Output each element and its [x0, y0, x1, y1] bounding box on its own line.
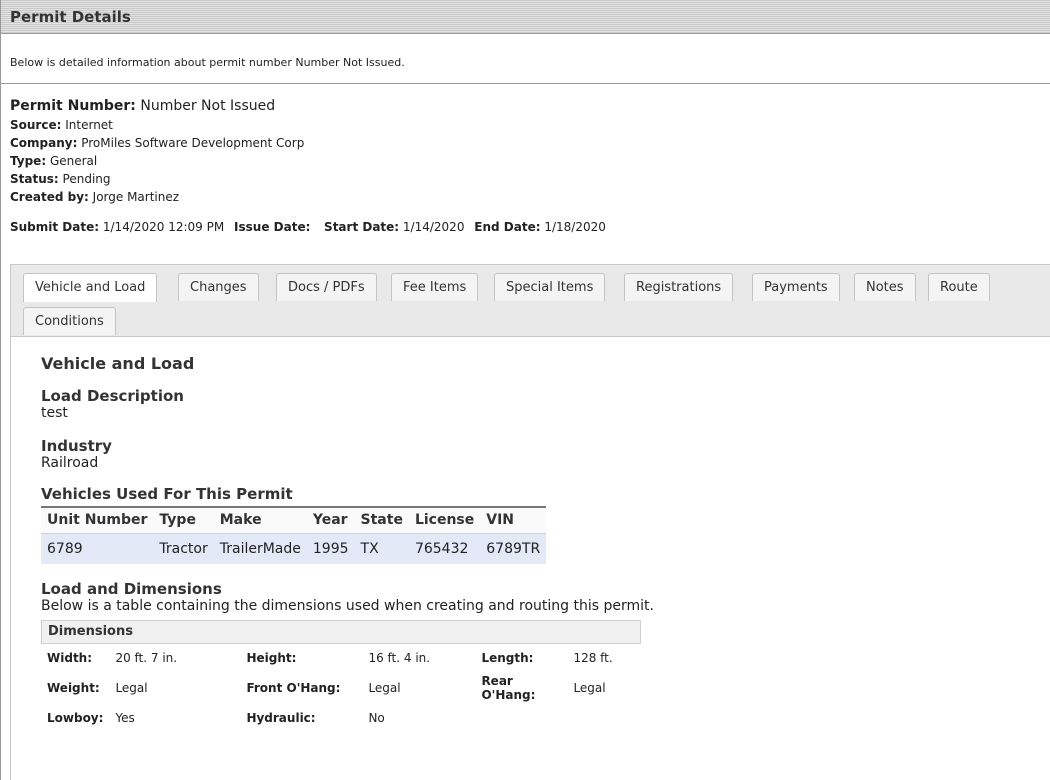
- industry-value: Railroad: [41, 455, 99, 471]
- status-label: Status:: [10, 172, 59, 186]
- permit-tabs: Vehicle and Load Changes Docs / PDFs Fee…: [10, 264, 1050, 780]
- table-row[interactable]: 6789 Tractor TrailerMade 1995 TX 765432 …: [41, 533, 547, 564]
- status-line: Status: Pending: [10, 170, 1050, 188]
- tab-docs-pdfs[interactable]: Docs / PDFs: [276, 273, 377, 301]
- type-line: Type: General: [10, 152, 1050, 170]
- tab-vehicle-and-load[interactable]: Vehicle and Load: [23, 273, 158, 302]
- source-value: Internet: [65, 118, 113, 132]
- industry-heading: Industry: [41, 437, 112, 455]
- tab-registrations[interactable]: Registrations: [624, 273, 734, 301]
- column-header: State: [354, 506, 409, 534]
- dim-value: 20 ft. 7 in.: [115, 651, 178, 665]
- source-line: Source: Internet: [10, 116, 1050, 134]
- dimensions-header: Dimensions: [41, 620, 641, 644]
- dimensions-box: Dimensions Width: 20 ft. 7 in. Height: 1…: [41, 620, 641, 731]
- dim-value: Legal: [368, 681, 401, 695]
- permit-number-value: Number Not Issued: [140, 98, 276, 114]
- company-line: Company: ProMiles Software Development C…: [10, 134, 1050, 152]
- dimensions-row: Width: 20 ft. 7 in. Height: 16 ft. 4 in.…: [41, 646, 619, 671]
- title-bar: Permit Details: [1, 0, 1050, 34]
- dimensions-description: Below is a table containing the dimensio…: [41, 598, 654, 614]
- load-description-value: test: [41, 405, 68, 421]
- company-value: ProMiles Software Development Corp: [81, 136, 305, 150]
- dates-line: Submit Date: 1/14/2020 12:09 PM Issue Da…: [10, 220, 1050, 234]
- intro-text: Below is detailed information about perm…: [10, 56, 405, 69]
- vehicle-and-load-panel: Vehicle and Load Load Description test I…: [11, 354, 1050, 731]
- permit-details-page: Permit Details Below is detailed informa…: [0, 0, 1050, 780]
- dim-value: Yes: [115, 711, 135, 725]
- start-date-value: 1/14/2020: [402, 220, 465, 234]
- permit-number-label: Permit Number:: [10, 98, 136, 114]
- dim-value: 16 ft. 4 in.: [368, 651, 431, 665]
- dim-label: Rear O'Hang:: [481, 674, 536, 702]
- type-label: Type:: [10, 154, 47, 168]
- intro-bar: Below is detailed information about perm…: [1, 34, 1050, 84]
- dimensions-table: Width: 20 ft. 7 in. Height: 16 ft. 4 in.…: [41, 646, 619, 731]
- dimensions-heading: Load and Dimensions: [41, 580, 222, 598]
- tab-payments[interactable]: Payments: [752, 273, 840, 301]
- company-label: Company:: [10, 136, 78, 150]
- vehicles-table: Unit Number Type Make Year State License…: [41, 506, 547, 564]
- vehicles-heading: Vehicles Used For This Permit: [41, 485, 293, 503]
- table-cell: 6789TR: [480, 533, 547, 564]
- dim-label: Hydraulic:: [246, 711, 316, 725]
- dim-label: Weight:: [47, 681, 100, 695]
- tab-changes[interactable]: Changes: [178, 273, 259, 301]
- table-cell: Tractor: [153, 533, 214, 564]
- column-header: Unit Number: [41, 506, 154, 534]
- table-cell: 765432: [408, 533, 481, 564]
- dimensions-row: Lowboy: Yes Hydraulic: No: [41, 706, 619, 731]
- dim-label: Height:: [246, 651, 297, 665]
- tab-route[interactable]: Route: [928, 273, 990, 301]
- page-title: Permit Details: [10, 8, 131, 26]
- dim-label: Front O'Hang:: [246, 681, 341, 695]
- tab-fee-items[interactable]: Fee Items: [391, 273, 479, 301]
- created-by-label: Created by:: [10, 190, 89, 204]
- vehicles-header-row: Unit Number Type Make Year State License…: [41, 506, 547, 534]
- type-value: General: [49, 154, 98, 168]
- tab-conditions[interactable]: Conditions: [23, 307, 116, 335]
- dim-value: 128 ft.: [573, 651, 613, 665]
- start-date-label: Start Date:: [324, 220, 400, 234]
- dim-label: [475, 706, 567, 731]
- created-by-line: Created by: Jorge Martinez: [10, 188, 1050, 206]
- permit-info: Permit Number: Number Not Issued Source:…: [1, 84, 1050, 234]
- permit-number-line: Permit Number: Number Not Issued: [10, 98, 1050, 114]
- panel-title: Vehicle and Load: [41, 354, 195, 373]
- dim-value: Legal: [115, 681, 148, 695]
- table-cell: 6789: [41, 533, 154, 564]
- created-by-value: Jorge Martinez: [92, 190, 180, 204]
- column-header: Make: [213, 506, 307, 534]
- dimensions-row: Weight: Legal Front O'Hang: Legal Rear O…: [41, 671, 619, 706]
- submit-date-value: 1/14/2020 12:09 PM: [102, 220, 225, 234]
- dim-value: Legal: [573, 681, 606, 695]
- end-date-label: End Date:: [474, 220, 541, 234]
- tab-notes[interactable]: Notes: [854, 273, 916, 301]
- dim-value: No: [368, 711, 385, 725]
- source-label: Source:: [10, 118, 62, 132]
- dim-label: Length:: [481, 651, 534, 665]
- dim-value: [567, 706, 618, 731]
- table-cell: TrailerMade: [213, 533, 307, 564]
- end-date-value: 1/18/2020: [544, 220, 606, 234]
- dim-label: Width:: [47, 651, 93, 665]
- status-value: Pending: [62, 172, 111, 186]
- tab-special-items[interactable]: Special Items: [494, 273, 606, 301]
- load-description-heading: Load Description: [41, 387, 184, 405]
- issue-date-label: Issue Date:: [234, 220, 311, 234]
- column-header: License: [408, 506, 481, 534]
- submit-date-label: Submit Date:: [10, 220, 100, 234]
- tab-strip: Vehicle and Load Changes Docs / PDFs Fee…: [11, 265, 1050, 337]
- column-header: VIN: [480, 506, 547, 534]
- column-header: Type: [153, 506, 214, 534]
- dim-label: Lowboy:: [47, 711, 104, 725]
- table-cell: 1995: [306, 533, 355, 564]
- column-header: Year: [306, 506, 355, 534]
- table-cell: TX: [354, 533, 409, 564]
